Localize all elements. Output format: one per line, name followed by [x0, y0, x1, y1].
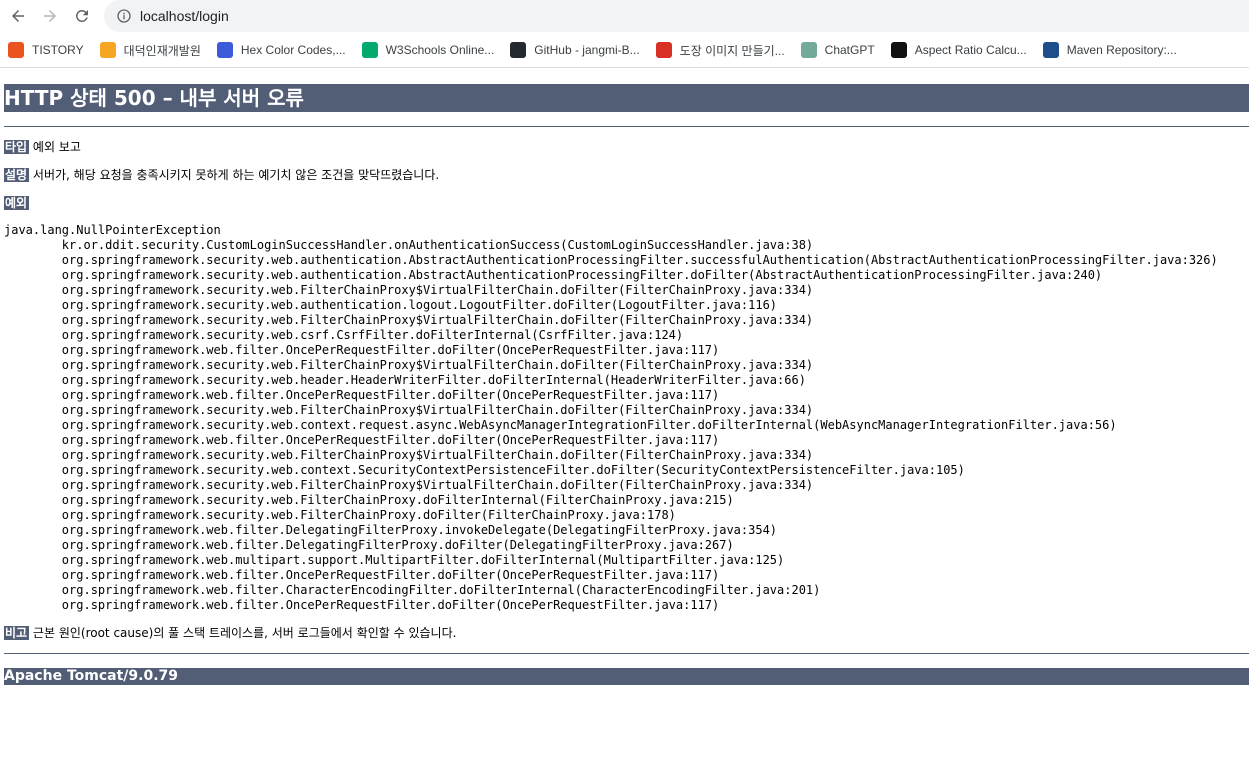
- stack-frame: org.springframework.web.filter.OncePerRe…: [61, 343, 720, 357]
- stack-frame: org.springframework.security.web.FilterC…: [61, 478, 814, 492]
- note-value: 근본 원인(root cause)의 풀 스택 트레이스를, 서버 로그들에서 …: [32, 626, 457, 640]
- bookmarks-bar: TISTORY 대덕인재개발원 Hex Color Codes,... W3Schoo…: [0, 33, 1249, 68]
- exception-label: 예외: [4, 196, 30, 210]
- stack-frame: org.springframework.web.multipart.suppor…: [61, 553, 785, 567]
- stack-trace: java.lang.NullPointerException kr.or.ddi…: [4, 223, 1249, 613]
- divider: [4, 126, 1249, 127]
- stack-frame: org.springframework.web.filter.OncePerRe…: [61, 388, 720, 402]
- bookmark-label: Aspect Ratio Calcu...: [914, 43, 1027, 57]
- bookmark-item[interactable]: 대덕인재개발원: [99, 36, 201, 64]
- stack-frame: org.springframework.web.filter.OncePerRe…: [61, 568, 720, 582]
- bookmark-label: W3Schools Online...: [385, 43, 495, 57]
- stack-frame: kr.or.ddit.security.CustomLoginSuccessHa…: [61, 238, 814, 252]
- address-bar[interactable]: localhost/login: [104, 0, 1249, 32]
- hexcolor-icon: [216, 42, 233, 58]
- description-label: 설명: [4, 168, 30, 182]
- reload-button[interactable]: [69, 3, 95, 29]
- note-label: 비고: [4, 626, 30, 640]
- browser-toolbar: localhost/login: [0, 0, 1249, 33]
- url-text[interactable]: localhost/login: [140, 8, 229, 24]
- stack-frame: org.springframework.security.web.FilterC…: [61, 358, 814, 372]
- stack-frame: org.springframework.security.web.authent…: [61, 298, 778, 312]
- tistory-icon: [8, 42, 24, 58]
- bookmark-label: GitHub - jangmi-B...: [534, 43, 640, 57]
- description-row: 설명 서버가, 해당 요청을 충족시키지 못하게 하는 예기치 않은 조건을 맞…: [4, 167, 1249, 183]
- stack-frame: org.springframework.web.filter.Delegatin…: [61, 538, 734, 552]
- bookmark-item[interactable]: W3Schools Online...: [361, 36, 495, 64]
- bookmark-item[interactable]: GitHub - jangmi-B...: [510, 36, 640, 64]
- error-page: HTTP 상태 500 – 내부 서버 오류 타입 예외 보고 설명 서버가, …: [0, 84, 1249, 685]
- stack-frame: org.springframework.security.web.header.…: [61, 373, 806, 387]
- type-row: 타입 예외 보고: [4, 139, 1249, 155]
- ddit-icon: [99, 42, 116, 58]
- bookmark-label: Hex Color Codes,...: [240, 43, 346, 57]
- note-row: 비고 근본 원인(root cause)의 풀 스택 트레이스를, 서버 로그들…: [4, 625, 1249, 641]
- stack-frame: org.springframework.security.web.FilterC…: [61, 403, 814, 417]
- forward-arrow-icon: [44, 10, 56, 22]
- exception-name: java.lang.NullPointerException: [4, 223, 221, 237]
- stack-frame: org.springframework.security.web.FilterC…: [61, 448, 814, 462]
- server-info: Apache Tomcat/9.0.79: [4, 668, 1249, 685]
- back-arrow-icon: [12, 10, 24, 22]
- stack-frame: org.springframework.web.filter.OncePerRe…: [61, 598, 720, 612]
- stack-frame: org.springframework.web.filter.OncePerRe…: [61, 433, 720, 447]
- bookmark-item[interactable]: 도장 이미지 만들기...: [655, 36, 785, 64]
- maven-icon: [1042, 42, 1059, 58]
- chatgpt-icon: [800, 42, 817, 58]
- divider: [4, 653, 1249, 654]
- bookmark-label: TISTORY: [32, 43, 84, 57]
- stack-frame: org.springframework.security.web.context…: [61, 418, 1117, 432]
- stack-frame: org.springframework.security.web.FilterC…: [61, 313, 814, 327]
- stack-frame: org.springframework.security.web.FilterC…: [61, 508, 676, 522]
- reload-icon: [75, 9, 88, 22]
- aspect-ratio-icon: [890, 42, 907, 58]
- stack-frame: org.springframework.security.web.FilterC…: [61, 283, 814, 297]
- stack-frame: org.springframework.security.web.FilterC…: [61, 493, 734, 507]
- stack-frame: org.springframework.security.web.context…: [61, 463, 965, 477]
- bookmark-item[interactable]: Hex Color Codes,...: [216, 36, 346, 64]
- stack-frame: org.springframework.security.web.authent…: [61, 253, 1218, 267]
- forward-button[interactable]: [37, 3, 63, 29]
- stack-frame: org.springframework.web.filter.Delegatin…: [61, 523, 778, 537]
- page-title: HTTP 상태 500 – 내부 서버 오류: [4, 84, 1249, 112]
- bookmark-item[interactable]: TISTORY: [8, 36, 84, 64]
- bookmark-item[interactable]: Aspect Ratio Calcu...: [890, 36, 1027, 64]
- type-value: 예외 보고: [32, 140, 81, 154]
- info-icon[interactable]: [116, 8, 132, 24]
- exception-row: 예외: [4, 195, 1249, 211]
- bookmark-label: 대덕인재개발원: [123, 43, 201, 58]
- bookmark-item[interactable]: ChatGPT: [800, 36, 875, 64]
- stamp-icon: [655, 42, 672, 58]
- bookmark-label: 도장 이미지 만들기...: [679, 43, 785, 58]
- stack-frame: org.springframework.security.web.authent…: [61, 268, 1103, 282]
- w3schools-icon: [361, 42, 378, 58]
- back-button[interactable]: [5, 3, 31, 29]
- description-value: 서버가, 해당 요청을 충족시키지 못하게 하는 예기치 않은 조건을 맞닥뜨렸…: [32, 168, 440, 182]
- stack-frame: org.springframework.security.web.csrf.Cs…: [61, 328, 684, 342]
- bookmark-item[interactable]: Maven Repository:...: [1042, 36, 1177, 64]
- bookmark-label: ChatGPT: [824, 43, 875, 57]
- type-label: 타입: [4, 140, 30, 154]
- stack-frame: org.springframework.web.filter.Character…: [61, 583, 821, 597]
- bookmark-label: Maven Repository:...: [1066, 43, 1177, 57]
- github-icon: [510, 42, 527, 58]
